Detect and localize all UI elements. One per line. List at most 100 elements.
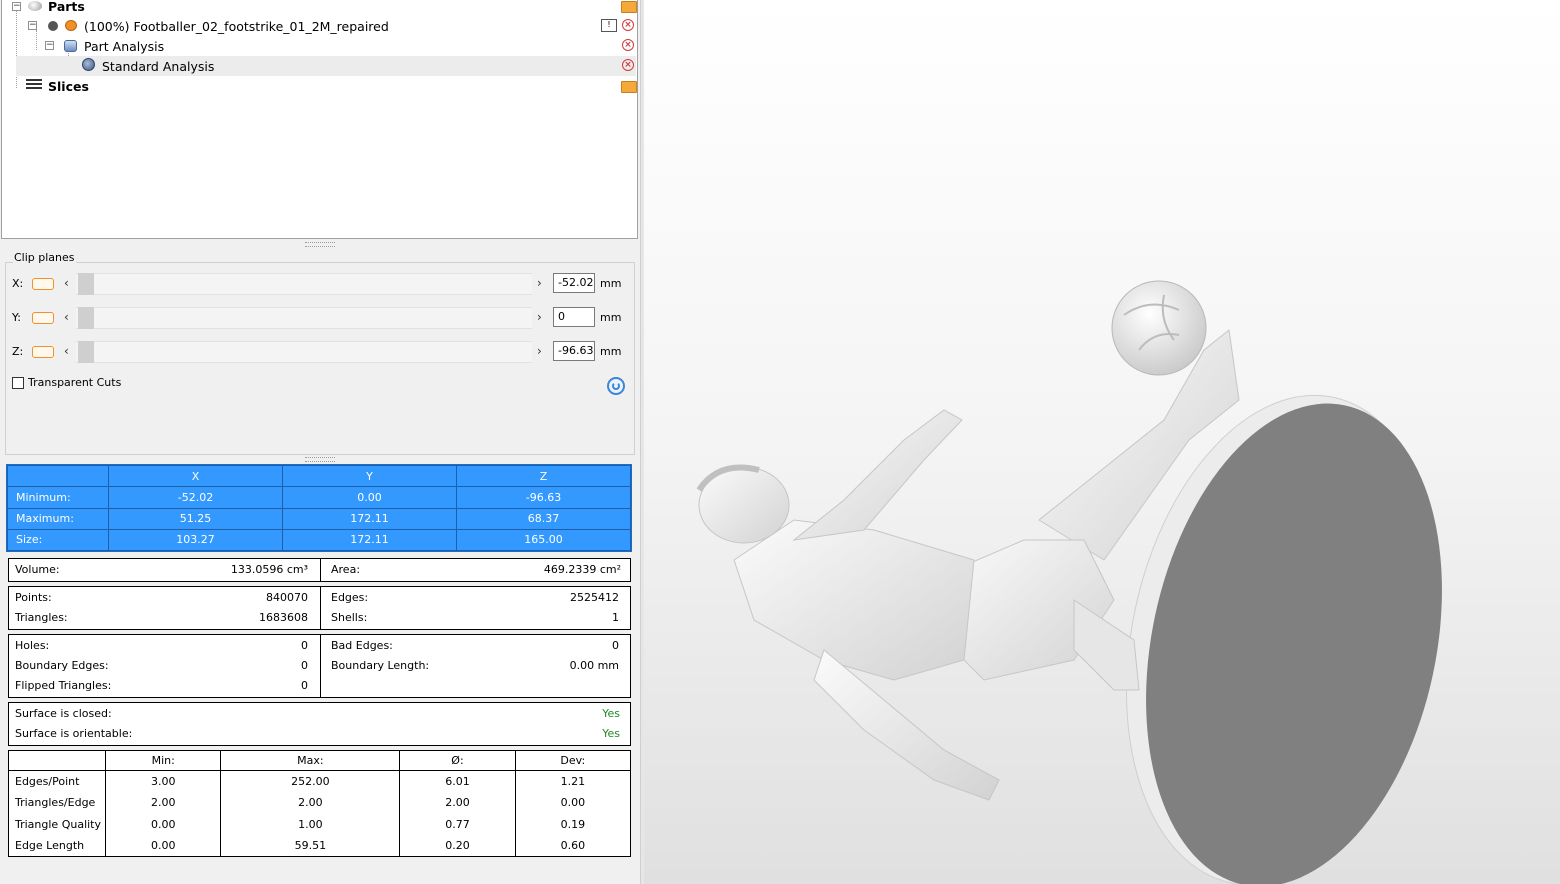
divider [320, 587, 321, 629]
clip-y-slider[interactable] [76, 307, 532, 329]
surface-box: Surface is closed: Yes Surface is orient… [8, 702, 631, 746]
surface-orientable-label: Surface is orientable: [15, 727, 133, 740]
splitter-handle[interactable] [305, 457, 335, 462]
clip-z-slider[interactable] [76, 341, 532, 363]
quality-header-avg: Ø: [399, 751, 516, 772]
clip-y-slider-thumb[interactable] [78, 307, 94, 329]
bounds-header-x: X [108, 464, 283, 488]
clip-x-toggle-icon[interactable] [32, 278, 54, 290]
surface-orientable-value: Yes [602, 727, 620, 740]
bad-edges-label: Bad Edges: [331, 639, 393, 652]
quality-cell: 0.00 [104, 813, 222, 835]
defects-box: Holes: 0 Boundary Edges: 0 Flipped Trian… [8, 634, 631, 698]
player-raised-arm [792, 409, 963, 541]
splitter-handle[interactable] [305, 242, 335, 247]
boundary-length-label: Boundary Length: [331, 659, 430, 672]
bounds-row-label: Size: [7, 528, 109, 552]
bounds-header-z: Z [456, 464, 631, 488]
bounds-cell: -96.63 [456, 486, 631, 509]
quality-cell: 6.01 [399, 770, 516, 793]
bounds-row-label: Maximum: [7, 507, 109, 530]
tree-item-part[interactable]: (100%) Footballer_02_footstrike_01_2M_re… [84, 17, 389, 37]
flipped-triangles-value: 0 [301, 679, 308, 692]
volume-area-box: Volume: 133.0596 cm³ Area: 469.2339 cm² [8, 558, 631, 582]
quality-cell: 2.00 [399, 792, 516, 814]
bounds-cell: 0.00 [282, 486, 457, 509]
quality-cell: 1.21 [514, 770, 630, 793]
clip-x-slider[interactable] [76, 273, 532, 295]
clip-x-right-arrow[interactable]: › [537, 276, 542, 290]
expander-part[interactable]: − [28, 21, 37, 30]
analysis-icon [64, 40, 77, 52]
clip-z-input[interactable]: -96.63 [553, 341, 595, 361]
quality-cell: 252.00 [220, 770, 401, 793]
clip-x-slider-thumb[interactable] [78, 273, 94, 295]
clip-y-label: Y: [12, 311, 21, 324]
quality-row: Triangle Quality 0.00 1.00 0.77 0.19 [9, 813, 630, 835]
bounds-cell: 51.25 [108, 507, 283, 530]
quality-cell: 2.00 [104, 792, 222, 814]
tree-item-part-analysis[interactable]: Part Analysis [84, 37, 164, 57]
open-folder-icon[interactable] [621, 1, 637, 13]
expander-parts[interactable]: − [12, 2, 21, 11]
reset-clip-icon[interactable] [607, 377, 625, 395]
transparent-cuts-checkbox[interactable] [12, 377, 24, 389]
bounds-cell: 165.00 [456, 528, 631, 552]
quality-corner-cell [9, 751, 106, 772]
clip-y-left-arrow[interactable]: ‹ [64, 310, 69, 324]
divider [320, 559, 321, 581]
parts-tree[interactable]: − Parts − (100%) Footballer_02_footstrik… [1, 0, 638, 239]
quality-cell: 0.60 [514, 834, 630, 856]
quality-row-label: Edge Length [9, 834, 106, 856]
clip-x-left-arrow[interactable]: ‹ [64, 276, 69, 290]
tree-item-parts[interactable]: Parts [48, 0, 85, 17]
shells-value: 1 [612, 611, 619, 624]
clip-y-toggle-icon[interactable] [32, 312, 54, 324]
quality-cell: 0.00 [104, 834, 222, 856]
surface-closed-label: Surface is closed: [15, 707, 112, 720]
tree-item-standard-analysis[interactable]: Standard Analysis [102, 57, 214, 77]
clip-y-right-arrow[interactable]: › [537, 310, 542, 324]
transparent-cuts-label: Transparent Cuts [28, 376, 122, 389]
boundary-edges-label: Boundary Edges: [15, 659, 109, 672]
visibility-dot-icon[interactable] [48, 21, 58, 31]
bounds-corner-cell [7, 464, 109, 488]
clip-z-left-arrow[interactable]: ‹ [64, 344, 69, 358]
tree-item-slices[interactable]: Slices [48, 77, 89, 97]
3d-viewport[interactable] [644, 0, 1560, 884]
volume-value: 133.0596 cm³ [230, 563, 308, 576]
quality-cell: 0.20 [399, 834, 516, 856]
clip-y-input[interactable]: 0 [553, 307, 595, 327]
flipped-triangles-label: Flipped Triangles: [15, 679, 112, 692]
part-info-icon[interactable]: ! [601, 19, 617, 32]
close-icon[interactable]: × [622, 59, 634, 71]
bounds-cell: 172.11 [282, 507, 457, 530]
bounds-header-y: Y [282, 464, 457, 488]
open-folder-icon[interactable] [621, 81, 637, 93]
quality-cell: 0.77 [399, 813, 516, 835]
model-render [696, 280, 1442, 884]
divider [320, 635, 321, 697]
expander-analysis[interactable]: − [45, 41, 54, 50]
clip-z-toggle-icon[interactable] [32, 346, 54, 358]
quality-cell: 0.00 [514, 792, 630, 814]
clip-z-slider-thumb[interactable] [78, 341, 94, 363]
clip-z-right-arrow[interactable]: › [537, 344, 542, 358]
quality-cell: 1.00 [220, 813, 401, 835]
bounds-row-size: Size: 103.27 172.11 165.00 [7, 528, 631, 552]
parts-icon [28, 1, 42, 11]
surface-closed-value: Yes [602, 707, 620, 720]
quality-header-max: Max: [220, 751, 401, 772]
tree-line [16, 8, 17, 88]
quality-row: Edge Length 0.00 59.51 0.20 0.60 [9, 834, 630, 856]
mesh-counts-box: Points: 840070 Triangles: 1683608 Edges:… [8, 586, 631, 630]
close-icon[interactable]: × [622, 19, 634, 31]
bounds-row-minimum: Minimum: -52.02 0.00 -96.63 [7, 486, 631, 509]
clip-x-input[interactable]: -52.02 [553, 273, 595, 293]
points-value: 840070 [266, 591, 308, 604]
quality-cell: 59.51 [220, 834, 401, 856]
quality-cell: 3.00 [104, 770, 222, 793]
holes-label: Holes: [15, 639, 50, 652]
close-icon[interactable]: × [622, 39, 634, 51]
edges-label: Edges: [331, 591, 369, 604]
